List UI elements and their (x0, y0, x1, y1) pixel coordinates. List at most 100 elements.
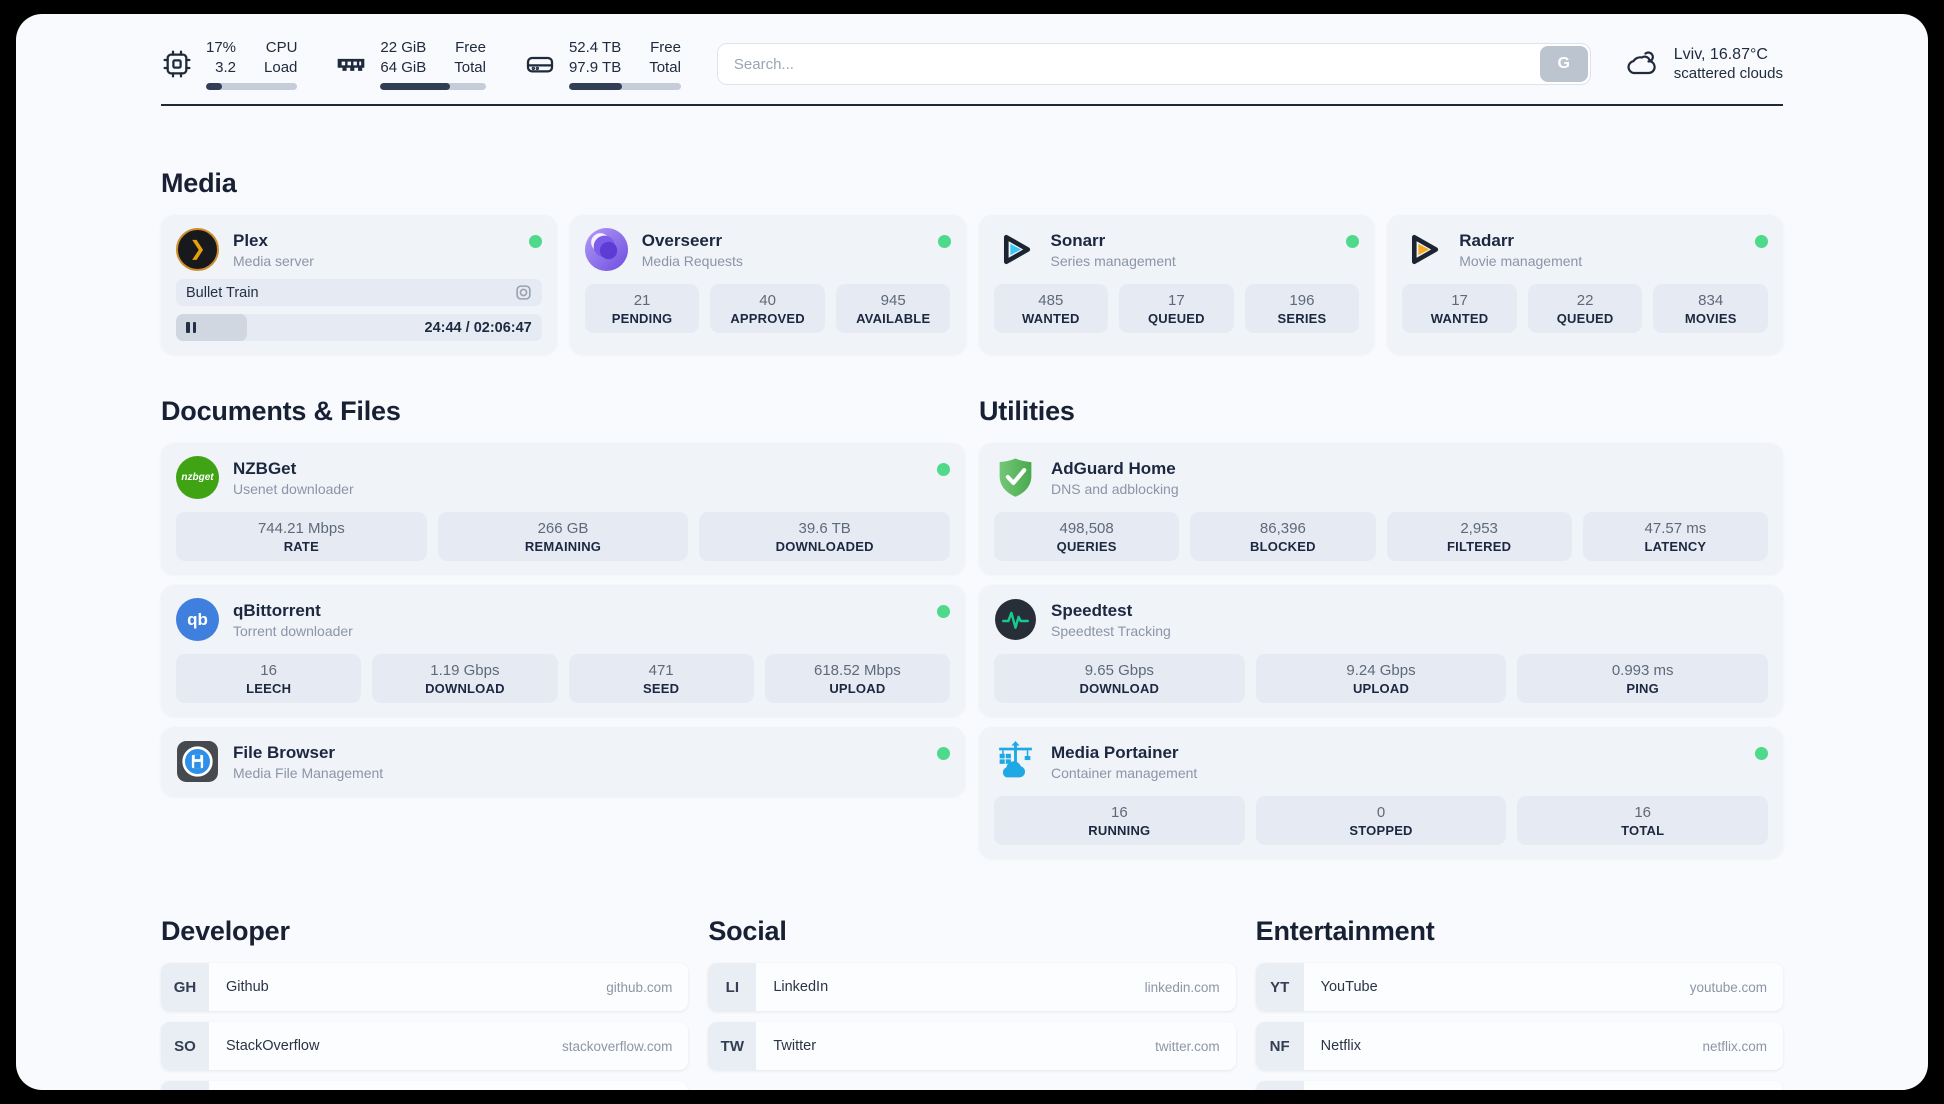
bookmark-name: StackOverflow (226, 1038, 320, 1054)
disk-stat-widget: 52.4 TB 97.9 TB Free Total (524, 38, 681, 90)
stat-download: 1.19 Gbps DOWNLOAD (372, 654, 558, 703)
bookmark-stackoverflow[interactable]: SO StackOverflow stackoverflow.com (161, 1022, 689, 1070)
stat-wanted: 17 WANTED (1402, 284, 1517, 333)
memory-free-value: 22 GiB (380, 39, 427, 56)
stat-ping: 0.993 ms PING (1517, 654, 1769, 703)
adguard-icon (994, 456, 1037, 499)
status-online-dot (937, 235, 951, 248)
now-playing-title: Bullet Train (186, 284, 259, 301)
bookmark-abbr: GH (161, 963, 209, 1011)
bookmark-url: youtube.com (1689, 979, 1767, 995)
bookmark-group-social: Social LI LinkedIn linkedin.com TW Twitt… (708, 916, 1236, 1090)
stat-queries: 498,508 QUERIES (994, 512, 1180, 561)
stat-running: 16 RUNNING (994, 796, 1245, 845)
bookmark-name: Netflix (1320, 1038, 1361, 1054)
bookmark-github[interactable]: GH Github github.com (161, 963, 689, 1011)
bookmark-abbr: DT (161, 1081, 209, 1090)
memory-total-label: Total (454, 58, 486, 76)
disk-icon (526, 56, 554, 73)
section-title-documents: Documents & Files (161, 396, 401, 426)
now-playing-row: Bullet Train (176, 279, 542, 306)
app-subtitle: Media server (233, 252, 314, 269)
radarr-icon (1402, 228, 1445, 271)
header-divider (161, 104, 1783, 106)
memory-total-value: 64 GiB (380, 58, 427, 76)
bookmark-url: twitter.com (1155, 1038, 1220, 1054)
bookmark-dev[interactable]: DT DEV dev.to (161, 1081, 689, 1090)
stat-queued: 22 QUEUED (1527, 284, 1643, 333)
stat-remaining: 266 GB REMAINING (437, 512, 689, 561)
status-online-dot (1755, 235, 1768, 248)
app-card-filebrowser[interactable]: File Browser Media File Management (161, 727, 965, 796)
bookmark-url: netflix.com (1702, 1038, 1767, 1054)
stat-latency: 47.57 ms LATENCY (1582, 512, 1768, 561)
system-stats: 17% 3.2 CPU Load 22 GiB 64 GiB Free Tota… (161, 38, 681, 90)
weather-location-temp: Lviv, 16.87°C (1673, 46, 1768, 63)
session-view-icon[interactable] (515, 284, 532, 301)
app-title: Media Portainer (1051, 742, 1179, 762)
app-card-nzbget[interactable]: nzbget NZBGet Usenet downloader 744.21 M… (161, 443, 965, 574)
dashboard-panel: 17% 3.2 CPU Load 22 GiB 64 GiB Free Tota… (16, 14, 1928, 1090)
bookmark-abbr: NF (1255, 1022, 1304, 1070)
section-title-social: Social (708, 916, 787, 946)
status-online-dot (528, 235, 542, 248)
app-card-plex[interactable]: ❯ Plex Media server Bullet Train 24:44 /… (161, 215, 557, 354)
search-bar: G (716, 43, 1591, 85)
bookmark-reddit[interactable]: RE Reddit reddit.com (1255, 1081, 1783, 1090)
app-subtitle: Usenet downloader (233, 480, 354, 497)
app-card-sonarr[interactable]: Sonarr Series management 485 WANTED 17 QUE… (978, 215, 1375, 354)
bookmark-name: Github (226, 979, 269, 995)
bookmark-linkedin[interactable]: LI LinkedIn linkedin.com (708, 963, 1236, 1011)
search-input[interactable] (716, 43, 1591, 85)
app-card-speedtest[interactable]: Speedtest Speedtest Tracking 9.65 Gbps DO… (979, 585, 1783, 716)
disk-progress-bar (568, 83, 681, 90)
app-title: Speedtest (1051, 600, 1133, 620)
bookmark-name: LinkedIn (773, 979, 829, 995)
filebrowser-icon (176, 740, 219, 783)
stat-upload: 9.24 Gbps UPLOAD (1255, 654, 1507, 703)
bookmark-abbr: LI (708, 963, 757, 1011)
bookmark-youtube[interactable]: YT YouTube youtube.com (1255, 963, 1783, 1011)
stat-blocked: 86,396 BLOCKED (1190, 512, 1376, 561)
app-subtitle: Speedtest Tracking (1051, 622, 1171, 639)
app-card-overseerr[interactable]: Overseerr Media Requests 21 PENDING 40 APP… (569, 215, 966, 354)
bookmark-netflix[interactable]: NF Netflix netflix.com (1255, 1022, 1783, 1070)
stat-movies: 834 MOVIES (1653, 284, 1768, 333)
app-card-portainer[interactable]: Media Portainer Container management 16 R… (979, 727, 1783, 858)
playback-progress-row: 24:44 / 02:06:47 (176, 314, 542, 341)
pause-icon[interactable] (186, 322, 196, 333)
search-engine-button[interactable]: G (1539, 46, 1588, 82)
disk-free-label: Free (650, 39, 681, 56)
bookmark-group-developer: Developer GH Github github.com SO StackO… (161, 916, 689, 1090)
cpu-value: 17% (206, 39, 237, 56)
overseerr-icon (584, 228, 628, 271)
app-card-qbittorrent[interactable]: qb qBittorrent Torrent downloader 16 LEEC… (161, 585, 965, 716)
stat-download: 9.65 Gbps DOWNLOAD (994, 654, 1245, 703)
app-card-radarr[interactable]: Radarr Movie management 17 WANTED 22 QUEUE… (1387, 215, 1783, 354)
app-title: Plex (233, 230, 268, 250)
weather-widget: Lviv, 16.87°C scattered clouds (1623, 46, 1783, 82)
app-subtitle: Media Requests (641, 252, 743, 269)
bookmark-abbr: YT (1255, 963, 1304, 1011)
speedtest-icon (994, 598, 1037, 641)
bookmark-url: linkedin.com (1144, 979, 1220, 995)
playback-time: 24:44 / 02:06:47 (424, 319, 532, 336)
status-online-dot (1755, 747, 1768, 760)
stat-approved: 40 APPROVED (710, 284, 825, 333)
app-card-adguard[interactable]: AdGuard Home DNS and adblocking 498,508 Q… (979, 443, 1783, 574)
cpu-load-label: Load (264, 58, 298, 76)
app-title: Radarr (1459, 230, 1515, 250)
cpu-stat-widget: 17% 3.2 CPU Load (161, 38, 298, 90)
stat-series: 196 SERIES (1244, 284, 1360, 333)
app-subtitle: Series management (1050, 252, 1176, 269)
bookmark-url: stackoverflow.com (562, 1038, 673, 1054)
status-online-dot (937, 463, 950, 476)
bookmark-twitter[interactable]: TW Twitter twitter.com (708, 1022, 1236, 1070)
app-title: NZBGet (233, 458, 297, 478)
bookmark-abbr: RE (1255, 1081, 1304, 1090)
ram-icon (338, 58, 365, 71)
app-subtitle: Torrent downloader (233, 622, 353, 639)
status-online-dot (937, 747, 950, 760)
stat-seed: 471 SEED (568, 654, 754, 703)
app-title: AdGuard Home (1051, 458, 1176, 478)
